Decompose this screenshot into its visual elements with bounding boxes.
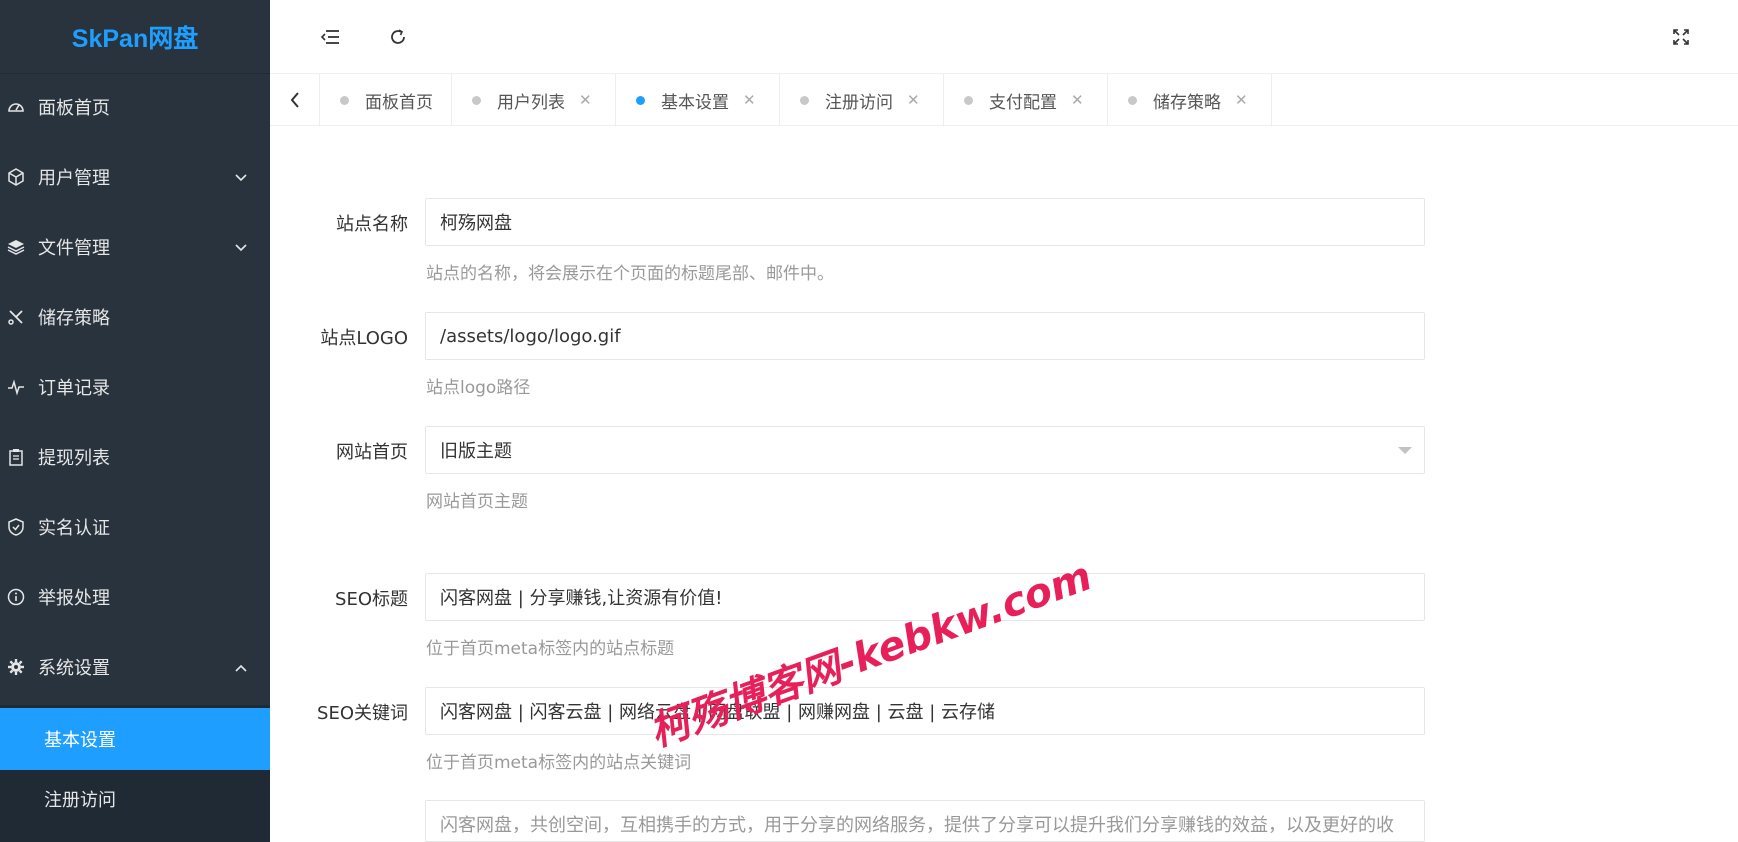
sidebar-item-label: 订单记录: [38, 378, 110, 399]
site-logo-help: 站点logo路径: [426, 378, 531, 398]
homepage-select-value: 旧版主题: [440, 441, 512, 462]
gear-icon: [6, 657, 26, 677]
sidebar-item-label: 文件管理: [38, 238, 110, 259]
sidebar-item-label: 系统设置: [38, 658, 110, 679]
sidebar: SkPan网盘 面板首页 用户管理 文件管理 储存策略 订单记录 提现列表 实名…: [0, 0, 270, 842]
sidebar-item-verification[interactable]: 实名认证: [0, 499, 270, 555]
refresh-icon[interactable]: [383, 22, 413, 52]
sidebar-item-user-management[interactable]: 用户管理: [0, 149, 270, 205]
caret-down-icon: [1398, 447, 1412, 454]
seo-description-textarea[interactable]: 闪客网盘，共创空间，互相携手的方式，用于分享的网络服务，提供了分享可以提升我们分…: [425, 800, 1425, 842]
sidebar-item-storage-policy[interactable]: 储存策略: [0, 289, 270, 345]
tab-status-dot: [800, 95, 809, 105]
homepage-help: 网站首页主题: [426, 492, 528, 512]
top-header: [270, 0, 1738, 74]
tab-label: 注册访问: [825, 92, 893, 113]
site-logo-label: 站点LOGO: [320, 328, 408, 349]
seo-title-help: 位于首页meta标签内的站点标题: [426, 639, 675, 659]
homepage-select[interactable]: 旧版主题: [425, 426, 1425, 474]
seo-keywords-label: SEO关键词: [317, 703, 408, 724]
tab-label: 面板首页: [365, 92, 433, 113]
tab-status-dot: [472, 95, 481, 105]
site-name-input[interactable]: 柯殇网盘: [425, 198, 1425, 246]
tab-status-dot: [1128, 95, 1137, 105]
sidebar-item-label: 实名认证: [38, 518, 110, 539]
layers-icon: [6, 237, 26, 257]
tab-basic-settings[interactable]: 基本设置 ✕: [616, 74, 780, 126]
close-icon[interactable]: ✕: [579, 91, 592, 109]
close-icon[interactable]: ✕: [743, 91, 756, 109]
tab-status-dot: [340, 95, 349, 105]
sidebar-subitem-basic-settings[interactable]: 基本设置: [0, 708, 270, 770]
tab-payment-config[interactable]: 支付配置 ✕: [944, 74, 1108, 126]
sidebar-item-orders[interactable]: 订单记录: [0, 359, 270, 415]
chevron-down-icon: [234, 239, 248, 260]
tab-storage-policy[interactable]: 储存策略 ✕: [1108, 74, 1272, 126]
tab-label: 储存策略: [1153, 92, 1221, 113]
app-logo[interactable]: SkPan网盘: [0, 0, 270, 74]
homepage-label: 网站首页: [336, 442, 408, 463]
clipboard-icon: [6, 447, 26, 467]
site-name-label: 站点名称: [336, 214, 408, 235]
sidebar-item-label: 储存策略: [38, 308, 110, 329]
tab-label: 支付配置: [989, 92, 1057, 113]
tab-label: 基本设置: [661, 92, 729, 113]
menu-fold-icon[interactable]: [315, 22, 345, 52]
close-icon[interactable]: ✕: [1071, 91, 1084, 109]
seo-keywords-help: 位于首页meta标签内的站点关键词: [426, 753, 692, 773]
sidebar-item-withdrawals[interactable]: 提现列表: [0, 429, 270, 485]
site-name-help: 站点的名称，将会展示在个页面的标题尾部、邮件中。: [426, 264, 834, 284]
tab-dashboard[interactable]: 面板首页: [320, 74, 452, 126]
tab-status-dot: [636, 95, 645, 105]
sidebar-item-dashboard[interactable]: 面板首页: [0, 79, 270, 135]
pulse-icon: [6, 377, 26, 397]
sidebar-item-label: 提现列表: [38, 448, 110, 469]
seo-keywords-input[interactable]: 闪客网盘 | 闪客云盘 | 网络云盘 | 网盘联盟 | 网赚网盘 | 云盘 | …: [425, 687, 1425, 735]
close-icon[interactable]: ✕: [907, 91, 920, 109]
shield-icon: [6, 517, 26, 537]
tools-icon: [6, 307, 26, 327]
tab-bar: 面板首页 用户列表 ✕ 基本设置 ✕ 注册访问 ✕ 支付配置 ✕ 储存策略 ✕: [270, 74, 1738, 126]
tab-status-dot: [964, 95, 973, 105]
tab-label: 用户列表: [497, 92, 565, 113]
sidebar-item-label: 用户管理: [38, 168, 110, 189]
tab-user-list[interactable]: 用户列表 ✕: [452, 74, 616, 126]
sidebar-item-reports[interactable]: 举报处理: [0, 569, 270, 625]
sidebar-item-system-settings[interactable]: 系统设置: [0, 639, 270, 695]
fullscreen-icon[interactable]: [1666, 22, 1696, 52]
chevron-up-icon: [234, 659, 248, 680]
cube-icon: [6, 167, 26, 187]
info-icon: [6, 587, 26, 607]
chevron-down-icon: [234, 169, 248, 190]
seo-title-label: SEO标题: [335, 589, 408, 610]
chevron-left-icon[interactable]: [270, 74, 320, 126]
close-icon[interactable]: ✕: [1235, 91, 1248, 109]
tab-register-access[interactable]: 注册访问 ✕: [780, 74, 944, 126]
sidebar-item-label: 面板首页: [38, 98, 110, 119]
sidebar-item-file-management[interactable]: 文件管理: [0, 219, 270, 275]
sidebar-subitem-register-access[interactable]: 注册访问: [0, 768, 270, 830]
dashboard-icon: [6, 97, 26, 117]
sidebar-item-label: 举报处理: [38, 588, 110, 609]
site-logo-input[interactable]: /assets/logo/logo.gif: [425, 312, 1425, 360]
